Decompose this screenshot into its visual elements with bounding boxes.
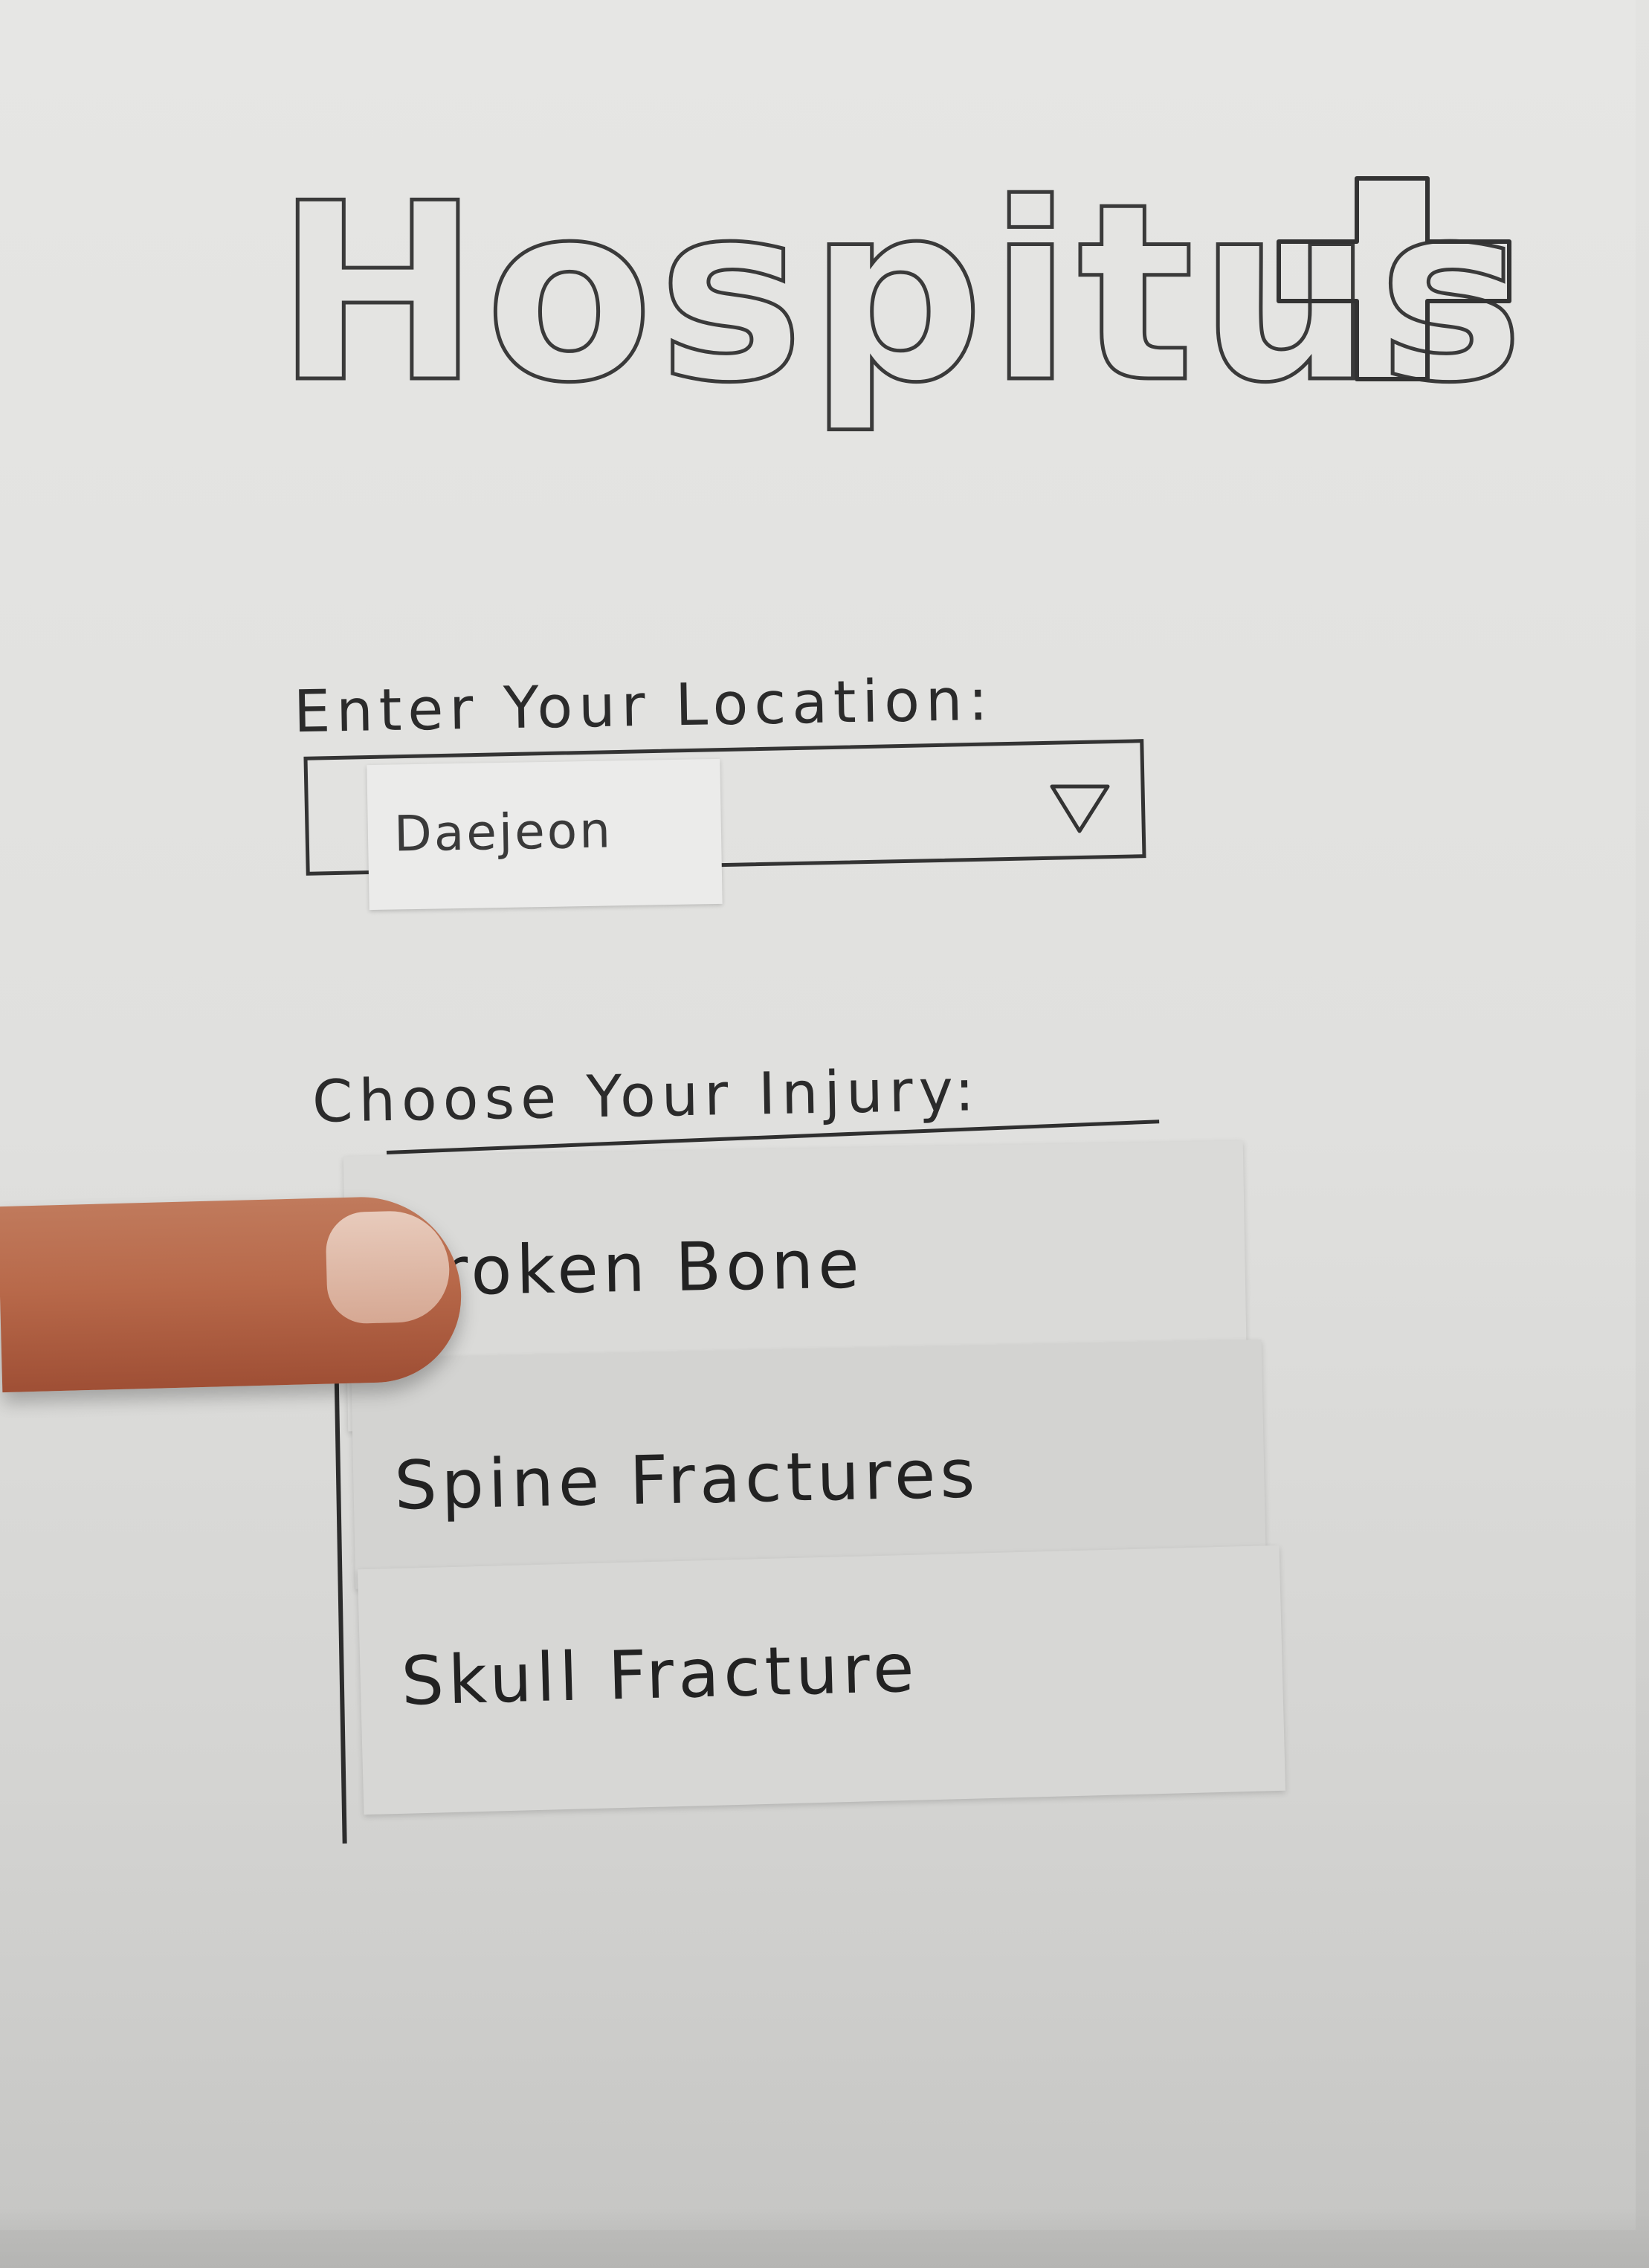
fingernail xyxy=(325,1209,451,1325)
option-label: Skull Fracture xyxy=(400,1629,920,1721)
app-header: Hospitus xyxy=(274,156,1526,468)
injury-option-skull-fracture[interactable]: Skull Fracture xyxy=(357,1545,1286,1815)
bottom-shadow xyxy=(0,2209,1649,2268)
location-value-slip[interactable]: Daejeon xyxy=(367,758,723,911)
option-label: Spine Fractures xyxy=(393,1435,981,1525)
injury-options-list: Broken Bone Spine Fractures Skull Fractu… xyxy=(343,1140,1286,1840)
location-value: Daejeon xyxy=(393,801,613,863)
injury-label: Choose Your Injury: xyxy=(312,1057,981,1136)
pointing-finger xyxy=(0,1194,464,1393)
triangle-down-icon[interactable] xyxy=(1048,781,1111,836)
plus-cross-icon xyxy=(1277,176,1511,381)
location-label: Enter Your Location: xyxy=(293,666,995,746)
